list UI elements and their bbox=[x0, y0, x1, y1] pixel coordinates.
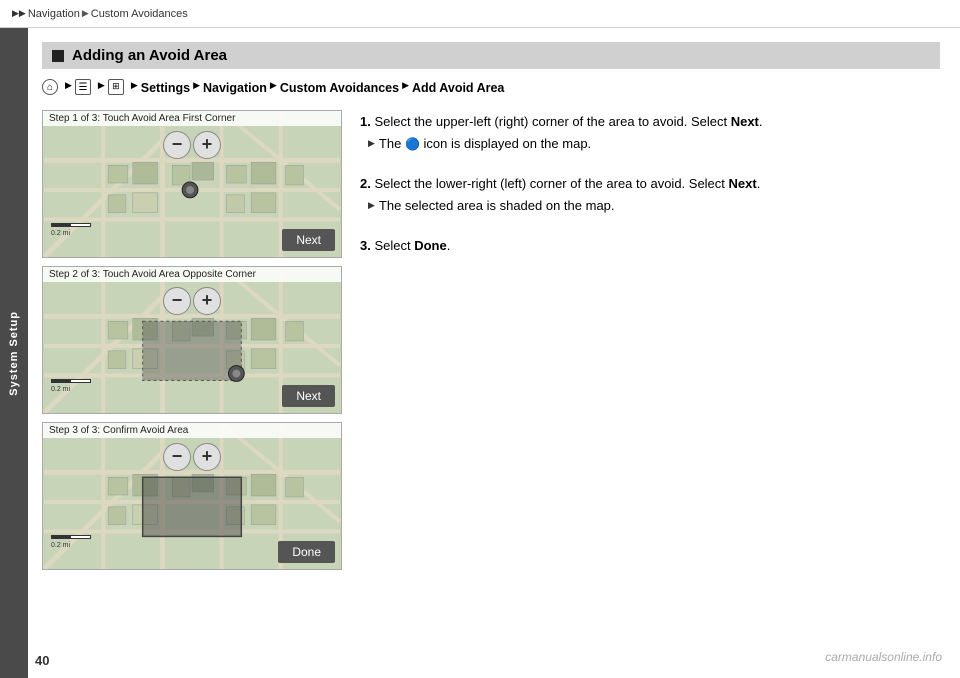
sidebar-label: System Setup bbox=[8, 311, 20, 396]
path-sep3: ▶ bbox=[193, 79, 200, 93]
instruction-1: 1. Select the upper-left (right) corner … bbox=[360, 112, 940, 154]
watermark: carmanualsonline.info bbox=[825, 650, 942, 664]
step1-label: Step 1 of 3: Touch Avoid Area First Corn… bbox=[43, 111, 341, 126]
instructions-column: 1. Select the upper-left (right) corner … bbox=[360, 110, 940, 570]
screenshots-column: Step 1 of 3: Touch Avoid Area First Corn… bbox=[42, 110, 342, 570]
step1-scale: 0.2 mi bbox=[51, 223, 91, 237]
screenshot-step3: Step 3 of 3: Confirm Avoid Area bbox=[42, 422, 342, 570]
top-nav-custom-avoidances: Custom Avoidances bbox=[91, 8, 188, 20]
top-sep1: ▶ bbox=[82, 8, 89, 19]
section-title: Adding an Avoid Area bbox=[72, 47, 227, 64]
instruction-1-text: 1. Select the upper-left (right) corner … bbox=[360, 112, 940, 132]
step1-zoom-controls[interactable]: − + bbox=[163, 131, 221, 159]
screenshot-step2: Step 2 of 3: Touch Avoid Area Opposite C… bbox=[42, 266, 342, 414]
bullet-arrow-icon-1: ▶ bbox=[368, 137, 375, 151]
zoom-out-btn-2[interactable]: − bbox=[163, 287, 191, 315]
settings-icon: ☰ bbox=[75, 79, 91, 95]
top-nav-navigation: Navigation bbox=[28, 8, 80, 20]
step1-next-button[interactable]: Next bbox=[282, 229, 335, 251]
instruction-1-bullet-text: The 🔵 icon is displayed on the map. bbox=[379, 134, 591, 154]
instruction-1-bullet: ▶ The 🔵 icon is displayed on the map. bbox=[368, 134, 940, 154]
zoom-out-btn-3[interactable]: − bbox=[163, 443, 191, 471]
path-sep0: ▶ bbox=[65, 79, 72, 93]
step3-label: Step 3 of 3: Confirm Avoid Area bbox=[43, 423, 341, 438]
instruction-2-bullet: ▶ The selected area is shaded on the map… bbox=[368, 196, 940, 216]
breadcrumb-bar: ▶▶ Navigation ▶ Custom Avoidances bbox=[0, 0, 960, 28]
step3-scale: 0.2 mi bbox=[51, 535, 91, 549]
pin-icon-1: 🔵 bbox=[405, 137, 420, 151]
instruction-2-bullet-text: The selected area is shaded on the map. bbox=[379, 196, 615, 216]
path-bar: ⌂ ▶ ☰ ▶ ⊞ ▶ Settings ▶ Navigation ▶ Cust… bbox=[42, 79, 940, 98]
step2-scale: 0.2 mi bbox=[51, 379, 91, 393]
path-custom-avoidances: Custom Avoidances bbox=[280, 79, 399, 98]
section-icon bbox=[52, 50, 64, 62]
screenshot-step1: Step 1 of 3: Touch Avoid Area First Corn… bbox=[42, 110, 342, 258]
nav-icon: ⊞ bbox=[108, 79, 124, 95]
next-bold-1: Next bbox=[731, 114, 759, 129]
step3-zoom-controls[interactable]: − + bbox=[163, 443, 221, 471]
sidebar: System Setup bbox=[0, 28, 28, 678]
instruction-2-text: 2. Select the lower-right (left) corner … bbox=[360, 174, 940, 194]
step-num-3: 3. bbox=[360, 238, 371, 253]
main-content: Adding an Avoid Area ⌂ ▶ ☰ ▶ ⊞ ▶ Setting… bbox=[28, 28, 960, 678]
step2-zoom-controls[interactable]: − + bbox=[163, 287, 221, 315]
two-col-layout: Step 1 of 3: Touch Avoid Area First Corn… bbox=[42, 110, 940, 570]
done-bold-3: Done bbox=[414, 238, 447, 253]
section-header: Adding an Avoid Area bbox=[42, 42, 940, 69]
path-sep4: ▶ bbox=[270, 79, 277, 93]
path-sep5: ▶ bbox=[402, 79, 409, 93]
top-arrows: ▶▶ bbox=[12, 8, 26, 19]
instruction-3-text: 3. Select Done. bbox=[360, 236, 940, 256]
path-settings: Settings bbox=[141, 79, 190, 98]
path-sep1: ▶ bbox=[98, 79, 105, 93]
next-bold-2: Next bbox=[729, 176, 757, 191]
path-add-avoid-area: Add Avoid Area bbox=[412, 79, 504, 98]
instruction-2: 2. Select the lower-right (left) corner … bbox=[360, 174, 940, 216]
step-num-1: 1. bbox=[360, 114, 371, 129]
path-sep2: ▶ bbox=[131, 79, 138, 93]
home-icon: ⌂ bbox=[42, 79, 58, 95]
bullet-arrow-icon-2: ▶ bbox=[368, 199, 375, 213]
zoom-in-btn-3[interactable]: + bbox=[193, 443, 221, 471]
zoom-in-btn-2[interactable]: + bbox=[193, 287, 221, 315]
step2-label: Step 2 of 3: Touch Avoid Area Opposite C… bbox=[43, 267, 341, 282]
path-navigation: Navigation bbox=[203, 79, 267, 98]
zoom-in-btn-1[interactable]: + bbox=[193, 131, 221, 159]
step-num-2: 2. bbox=[360, 176, 371, 191]
step2-next-button[interactable]: Next bbox=[282, 385, 335, 407]
zoom-out-btn-1[interactable]: − bbox=[163, 131, 191, 159]
step3-done-button[interactable]: Done bbox=[278, 541, 335, 563]
instruction-3: 3. Select Done. bbox=[360, 236, 940, 256]
